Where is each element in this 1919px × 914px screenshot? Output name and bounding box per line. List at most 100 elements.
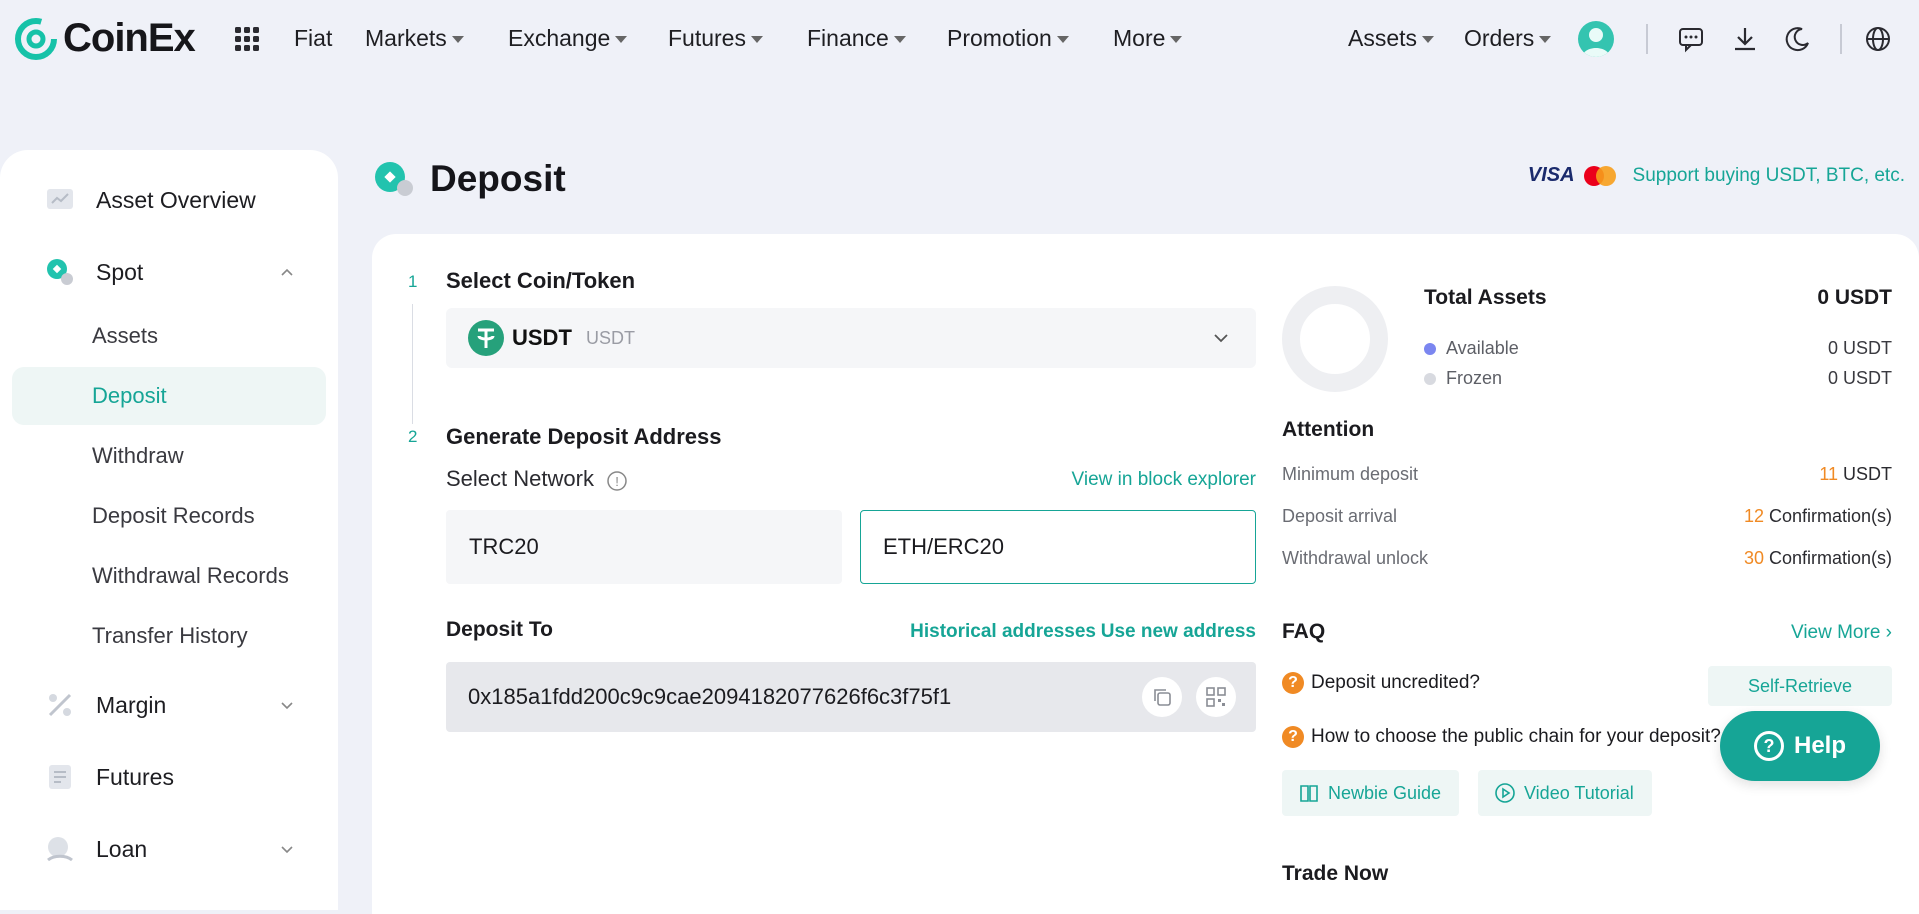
- nav-fiat[interactable]: Fiat: [294, 25, 332, 52]
- faq-item-uncredited[interactable]: ? Deposit uncredited? Self-Retrieve: [1282, 666, 1892, 706]
- coinex-logo[interactable]: CoinEx: [14, 16, 196, 61]
- nav-futures-label: Futures: [668, 25, 746, 51]
- frozen-dot: [1424, 372, 1436, 385]
- message-icon[interactable]: [1676, 24, 1706, 54]
- nav-promotion[interactable]: Promotion: [947, 25, 1069, 52]
- historical-addresses-link[interactable]: Historical addresses: [910, 621, 1096, 643]
- step-2-title: Generate Deposit Address: [446, 424, 722, 449]
- help-button[interactable]: ? Help: [1720, 711, 1880, 781]
- total-assets-label: Total Assets: [1424, 286, 1547, 309]
- asset-info-panel: Total Assets 0 USDT Available 0 USDT Fro…: [1282, 234, 1892, 914]
- sidebar-item-futures[interactable]: Futures: [0, 749, 338, 805]
- use-new-address-link[interactable]: Use new address: [1101, 621, 1256, 643]
- sidebar-item-asset-overview[interactable]: Asset Overview: [0, 172, 338, 228]
- sidebar-item-loan[interactable]: Loan: [0, 821, 338, 877]
- total-assets-value: 0 USDT: [1817, 286, 1892, 309]
- network-option-trc20[interactable]: TRC20: [446, 510, 842, 584]
- caret-down-icon: [1422, 36, 1435, 43]
- nav-markets[interactable]: Markets: [365, 25, 464, 52]
- buy-crypto-promo[interactable]: VISA Support buying USDT, BTC, etc.: [1528, 164, 1905, 187]
- frozen-label: Frozen: [1446, 368, 1503, 388]
- chevron-down-icon: [281, 846, 293, 854]
- sidebar-sub-assets[interactable]: Assets: [12, 307, 326, 365]
- deposit-address-field: 0x185a1fdd200c9c9cae2094182077626f6c3f75…: [446, 662, 1256, 732]
- video-tutorial-button[interactable]: Video Tutorial: [1478, 770, 1652, 816]
- withdrawal-unlock-number: 30: [1743, 548, 1764, 568]
- nav-fiat-label: Fiat: [294, 25, 333, 51]
- faq-question: Deposit uncredited?: [1311, 672, 1480, 693]
- nav-promotion-label: Promotion: [947, 25, 1052, 51]
- self-retrieve-button[interactable]: Self-Retrieve: [1708, 666, 1892, 706]
- caret-down-icon: [451, 36, 464, 43]
- withdrawal-unlock-value: 30 Confirmation(s): [1744, 548, 1892, 569]
- chart-overview-icon: [47, 189, 73, 209]
- sidebar-sub-withdraw[interactable]: Withdraw: [12, 427, 326, 485]
- question-icon: ?: [1282, 726, 1304, 748]
- download-icon[interactable]: [1730, 24, 1760, 54]
- deposit-to-label: Deposit To: [446, 618, 553, 641]
- copy-address-button[interactable]: [1142, 677, 1182, 717]
- nav-more[interactable]: More: [1113, 25, 1183, 52]
- sidebar-item-margin[interactable]: Margin: [0, 677, 338, 733]
- nav-exchange-label: Exchange: [508, 25, 611, 51]
- sidebar-item-spot[interactable]: Spot: [0, 244, 338, 300]
- nav-finance-label: Finance: [807, 25, 889, 51]
- nav-assets[interactable]: Assets: [1348, 25, 1435, 52]
- video-tutorial-label: Video Tutorial: [1524, 782, 1634, 803]
- view-block-explorer-link[interactable]: View in block explorer: [1072, 469, 1256, 491]
- min-deposit-unit: USDT: [1838, 464, 1892, 484]
- language-globe-icon[interactable]: [1863, 24, 1893, 54]
- deposit-address-value[interactable]: 0x185a1fdd200c9c9cae2094182077626f6c3f75…: [468, 684, 951, 710]
- sidebar-sub-transfer-history[interactable]: Transfer History: [12, 607, 326, 665]
- sidebar-sub-withdrawal-records[interactable]: Withdrawal Records: [12, 547, 326, 605]
- newbie-guide-button[interactable]: Newbie Guide: [1282, 770, 1460, 816]
- top-nav-bar: CoinEx Fiat Markets Exchange Futures Fin…: [0, 0, 1919, 78]
- nav-exchange[interactable]: Exchange: [508, 25, 628, 52]
- chevron-down-icon: [281, 702, 293, 710]
- coin-symbol: USDT: [512, 325, 572, 350]
- coin-select-dropdown[interactable]: USDT USDT: [446, 308, 1256, 368]
- futures-doc-icon: [49, 765, 71, 789]
- sidebar-sub-label: Assets: [92, 323, 159, 348]
- step-2-number: 2: [408, 427, 418, 446]
- deposit-icon: [375, 162, 413, 196]
- nav-futures[interactable]: Futures: [668, 25, 763, 52]
- sidebar-sub-label: Withdraw: [92, 443, 184, 468]
- network-label: TRC20: [469, 534, 539, 559]
- sidebar-label: Loan: [96, 835, 148, 862]
- caret-down-icon: [1056, 36, 1069, 43]
- app-grid-icon[interactable]: [234, 26, 260, 52]
- dark-mode-moon-icon[interactable]: [1783, 24, 1813, 54]
- caret-down-icon: [1170, 36, 1183, 43]
- step-1-number: 1: [408, 272, 418, 291]
- network-option-erc20[interactable]: ETH/ERC20: [860, 510, 1256, 584]
- available-value: 0 USDT: [1827, 338, 1892, 358]
- deposit-arrival-unit: Confirmation(s): [1763, 506, 1892, 526]
- faq-view-more-link[interactable]: View More ›: [1791, 622, 1892, 644]
- qr-code-button[interactable]: [1196, 677, 1236, 717]
- sidebar-sub-deposit[interactable]: Deposit: [12, 367, 326, 425]
- withdrawal-unlock-unit: Confirmation(s): [1763, 548, 1892, 568]
- caret-down-icon: [750, 36, 763, 43]
- min-deposit-label: Minimum deposit: [1282, 464, 1419, 484]
- sidebar-sub-deposit-records[interactable]: Deposit Records: [12, 487, 326, 545]
- book-icon: [1300, 785, 1318, 802]
- nav-orders[interactable]: Orders: [1464, 25, 1552, 52]
- caret-down-icon: [615, 36, 628, 43]
- frozen-value: 0 USDT: [1827, 368, 1892, 388]
- nav-assets-label: Assets: [1348, 25, 1418, 51]
- loan-coin-icon: [47, 837, 73, 862]
- qr-code-icon: [1206, 687, 1226, 707]
- nav-orders-label: Orders: [1464, 25, 1535, 51]
- available-row: Available 0 USDT: [1424, 338, 1892, 359]
- sidebar-sub-label: Deposit: [92, 383, 167, 408]
- deposit-arrival-number: 12: [1743, 506, 1764, 526]
- info-icon[interactable]: !: [606, 470, 628, 492]
- nav-finance[interactable]: Finance: [807, 25, 906, 52]
- assets-donut-chart: [1282, 286, 1388, 392]
- user-avatar[interactable]: [1578, 21, 1614, 57]
- nav-divider: [1840, 24, 1842, 54]
- play-circle-icon: [1495, 783, 1515, 803]
- margin-percent-icon: [48, 693, 72, 717]
- sidebar: Asset Overview Spot Assets Deposit Withd…: [0, 150, 338, 910]
